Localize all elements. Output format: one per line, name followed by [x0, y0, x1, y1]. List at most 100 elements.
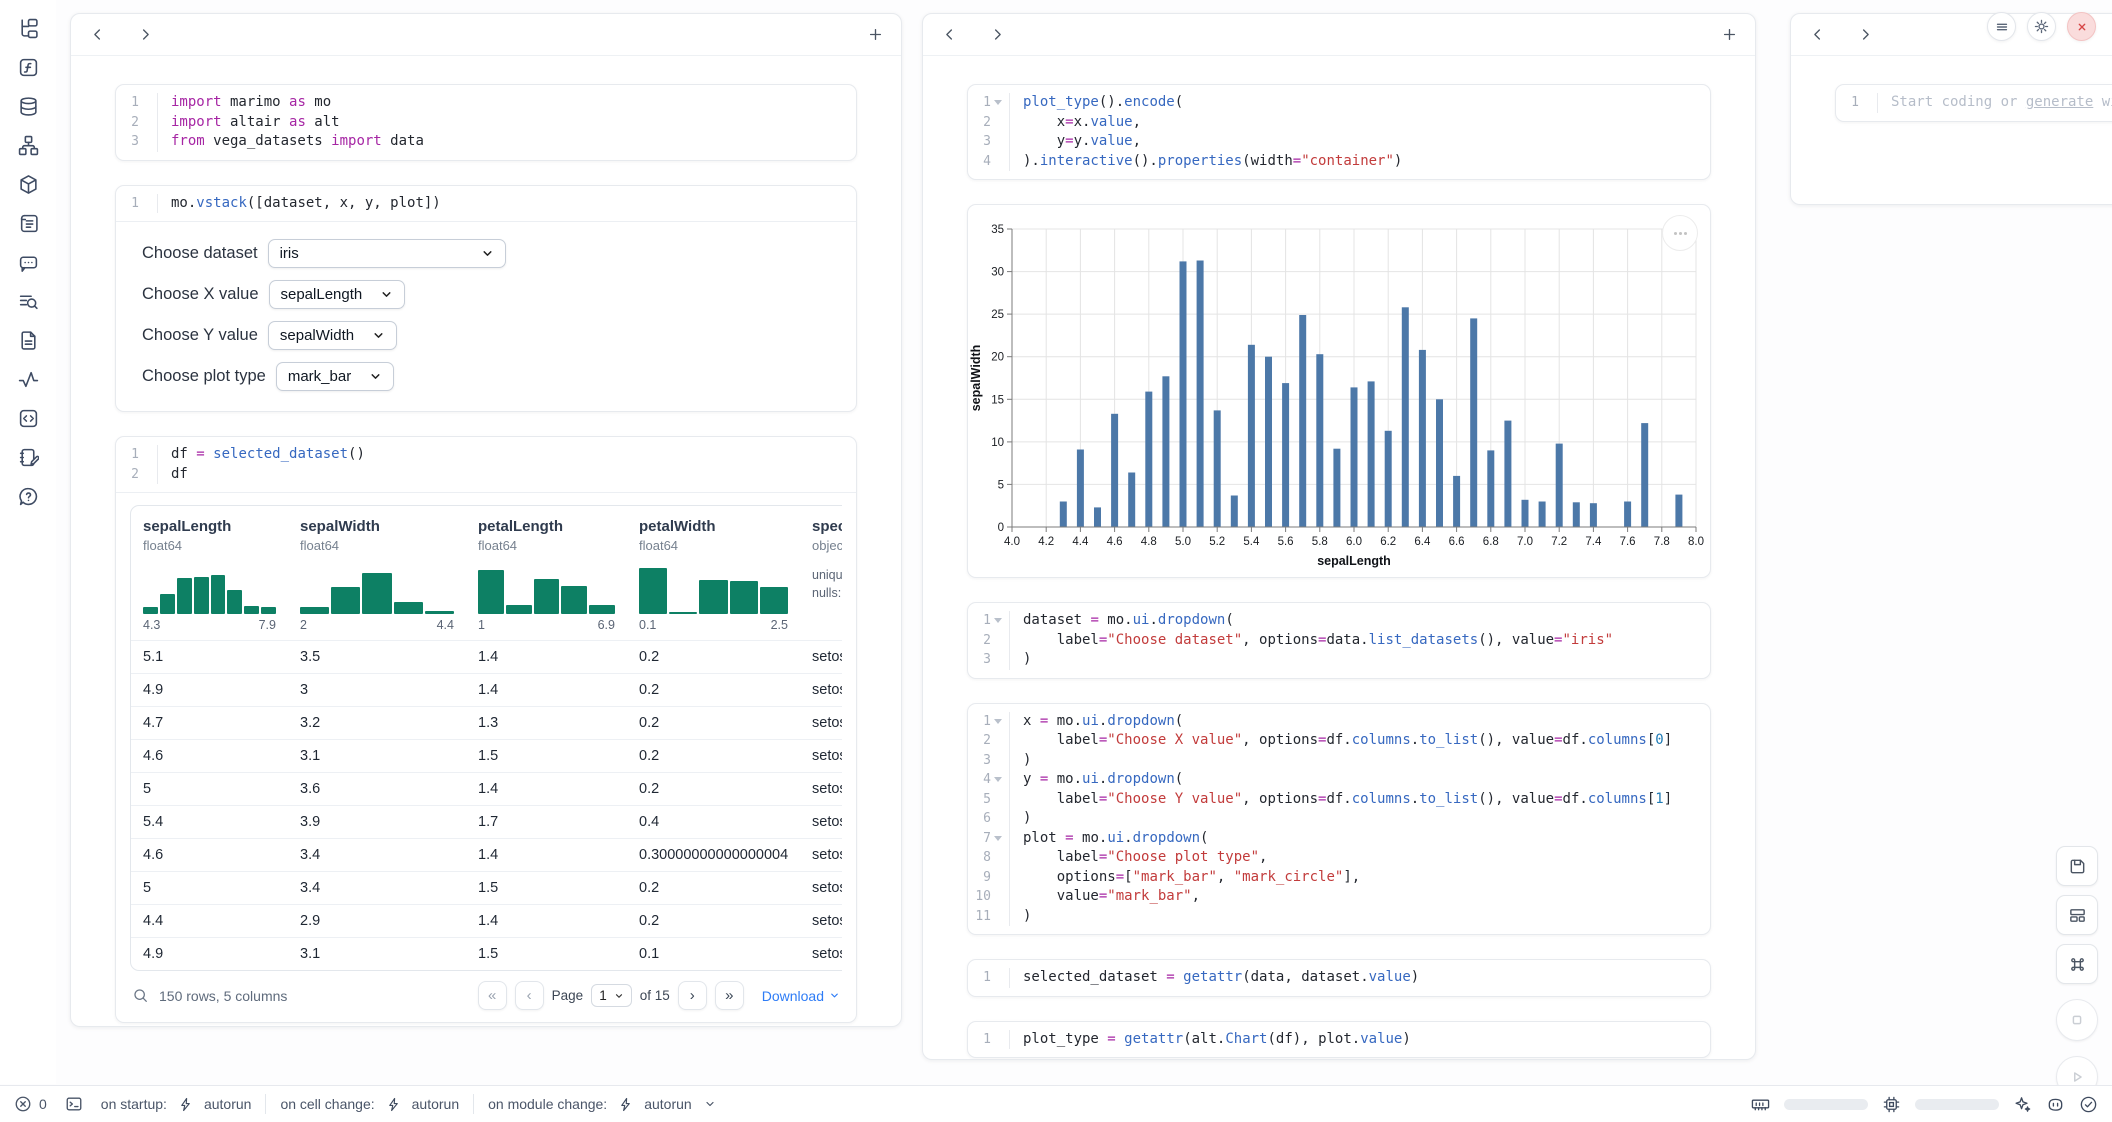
code-line[interactable]: 2import altair as alt: [116, 113, 856, 133]
page-select[interactable]: 1: [591, 984, 632, 1007]
code-cell-dataset-dropdown: 1dataset = mo.ui.dropdown(2 label="Choos…: [967, 602, 1711, 679]
column-header[interactable]: sepalWidthfloat6424.4: [288, 506, 466, 641]
column-header[interactable]: petalLengthfloat6416.9: [466, 506, 627, 641]
code-editor[interactable]: 1plot_type = getattr(alt.Chart(df), plot…: [968, 1022, 1710, 1058]
activity-icon[interactable]: [16, 367, 41, 392]
code-line[interactable]: 8 label="Choose plot type",: [968, 848, 1710, 868]
add-cell-button[interactable]: [1719, 25, 1739, 45]
fold-toggle-icon[interactable]: [994, 618, 1002, 623]
svg-text:15: 15: [991, 394, 1004, 406]
notebook-pen-icon[interactable]: [16, 445, 41, 470]
command-palette-button[interactable]: [2056, 944, 2098, 984]
line-number: 1: [968, 712, 1010, 732]
copilot-button[interactable]: [2046, 1095, 2065, 1114]
column-header[interactable]: sepalLengthfloat644.37.9: [131, 506, 288, 641]
list-search-icon[interactable]: [16, 289, 41, 314]
column-header[interactable]: speciesobjectunique:nulls:: [800, 506, 842, 641]
bot-chat-icon[interactable]: [16, 250, 41, 275]
code-snippet-icon[interactable]: [16, 406, 41, 431]
download-button[interactable]: Download: [762, 988, 840, 1004]
help-bubble-icon[interactable]: [16, 484, 41, 509]
code-line[interactable]: 1plot_type().encode(: [968, 93, 1710, 113]
prev-page-button[interactable]: ‹: [515, 981, 544, 1010]
code-line[interactable]: 1mo.vstack([dataset, x, y, plot]): [116, 194, 856, 214]
code-line[interactable]: 9 options=["mark_bar", "mark_circle"],: [968, 868, 1710, 888]
fold-toggle-icon[interactable]: [994, 719, 1002, 724]
code-line[interactable]: 10 value="mark_bar",: [968, 887, 1710, 907]
package-box-icon[interactable]: [16, 172, 41, 197]
database-icon[interactable]: [16, 94, 41, 119]
generate-with-ai-link[interactable]: generate: [2026, 94, 2093, 110]
close-button[interactable]: [2067, 12, 2096, 41]
code-line[interactable]: 2df: [116, 465, 856, 485]
altair-bar-chart[interactable]: 051015202530354.04.24.44.64.85.05.25.45.…: [968, 217, 1710, 573]
code-line[interactable]: 2 x=x.value,: [968, 113, 1710, 133]
code-line[interactable]: 4y = mo.ui.dropdown(: [968, 770, 1710, 790]
code-line[interactable]: 4).interactive().properties(width="conta…: [968, 152, 1710, 172]
column-back-button[interactable]: [87, 25, 107, 45]
choose-plot-type-select[interactable]: mark_bar: [276, 362, 394, 391]
file-tree-icon[interactable]: [16, 16, 41, 41]
file-text-icon[interactable]: [16, 328, 41, 353]
column-forward-button[interactable]: [135, 25, 155, 45]
code-line[interactable]: 1import marimo as mo: [116, 93, 856, 113]
fold-toggle-icon[interactable]: [994, 836, 1002, 841]
next-page-button[interactable]: ›: [678, 981, 707, 1010]
code-editor[interactable]: 1plot_type().encode(2 x=x.value,3 y=y.va…: [968, 85, 1710, 179]
fold-toggle-icon[interactable]: [994, 777, 1002, 782]
code-line[interactable]: 3from vega_datasets import data: [116, 132, 856, 152]
code-line[interactable]: 6): [968, 809, 1710, 829]
code-line[interactable]: 5 label="Choose Y value", options=df.col…: [968, 790, 1710, 810]
code-editor[interactable]: 1 Start coding or generate with: [1836, 85, 2112, 121]
code-line[interactable]: 2 label="Choose dataset", options=data.l…: [968, 631, 1710, 651]
function-square-icon[interactable]: [16, 55, 41, 80]
org-chart-icon[interactable]: [16, 133, 41, 158]
error-count-badge[interactable]: 0: [14, 1095, 47, 1113]
code-line[interactable]: 3): [968, 650, 1710, 670]
code-line[interactable]: 11): [968, 907, 1710, 927]
code-editor[interactable]: 1dataset = mo.ui.dropdown(2 label="Choos…: [968, 603, 1710, 678]
line-number: 1: [968, 1030, 1010, 1050]
layout-button[interactable]: [2056, 895, 2098, 935]
column-forward-button[interactable]: [1855, 25, 1875, 45]
connection-check-button[interactable]: [2079, 1095, 2098, 1114]
code-line[interactable]: 2 label="Choose X value", options=df.col…: [968, 731, 1710, 751]
column-header[interactable]: petalWidthfloat640.12.5: [627, 506, 800, 641]
code-editor[interactable]: 1x = mo.ui.dropdown(2 label="Choose X va…: [968, 704, 1710, 935]
code-editor[interactable]: 1df = selected_dataset()2df: [116, 437, 856, 492]
runtime-config-0[interactable]: on startup:autorun: [101, 1096, 252, 1112]
choose-dataset-select[interactable]: iris: [268, 239, 506, 268]
code-line[interactable]: 1dataset = mo.ui.dropdown(: [968, 611, 1710, 631]
stop-button[interactable]: [2056, 999, 2098, 1041]
code-editor[interactable]: 1import marimo as mo2import altair as al…: [116, 85, 856, 160]
cell-output: Choose datasetirisChoose X valuesepalLen…: [116, 221, 856, 411]
code-line[interactable]: 1selected_dataset = getattr(data, datase…: [968, 968, 1710, 988]
code-editor[interactable]: 1mo.vstack([dataset, x, y, plot]): [116, 186, 856, 222]
terminal-button[interactable]: [65, 1095, 83, 1113]
menu-button[interactable]: [1987, 12, 2016, 41]
fold-toggle-icon[interactable]: [994, 100, 1002, 105]
code-line[interactable]: 1df = selected_dataset(): [116, 445, 856, 465]
code-line[interactable]: 1x = mo.ui.dropdown(: [968, 712, 1710, 732]
column-back-button[interactable]: [1807, 25, 1827, 45]
last-page-button[interactable]: »: [715, 981, 744, 1010]
settings-gear-button[interactable]: [2027, 12, 2056, 41]
choose-x-value-select[interactable]: sepalLength: [269, 280, 406, 309]
code-line[interactable]: 1plot_type = getattr(alt.Chart(df), plot…: [968, 1030, 1710, 1050]
column-back-button[interactable]: [939, 25, 959, 45]
code-line[interactable]: 7plot = mo.ui.dropdown(: [968, 829, 1710, 849]
chart-menu-icon[interactable]: [1662, 215, 1698, 251]
save-button[interactable]: [2056, 846, 2098, 886]
code-line[interactable]: 3): [968, 751, 1710, 771]
ai-sparkles-button[interactable]: [2013, 1095, 2032, 1114]
runtime-config-2[interactable]: on module change:autorun: [488, 1096, 716, 1112]
scroll-icon[interactable]: [16, 211, 41, 236]
choose-y-value-select[interactable]: sepalWidth: [268, 321, 397, 350]
search-icon[interactable]: [132, 987, 149, 1004]
code-line[interactable]: 3 y=y.value,: [968, 132, 1710, 152]
first-page-button[interactable]: «: [478, 981, 507, 1010]
add-cell-button[interactable]: [865, 25, 885, 45]
runtime-config-1[interactable]: on cell change:autorun: [280, 1096, 459, 1112]
code-editor[interactable]: 1selected_dataset = getattr(data, datase…: [968, 960, 1710, 996]
column-forward-button[interactable]: [987, 25, 1007, 45]
